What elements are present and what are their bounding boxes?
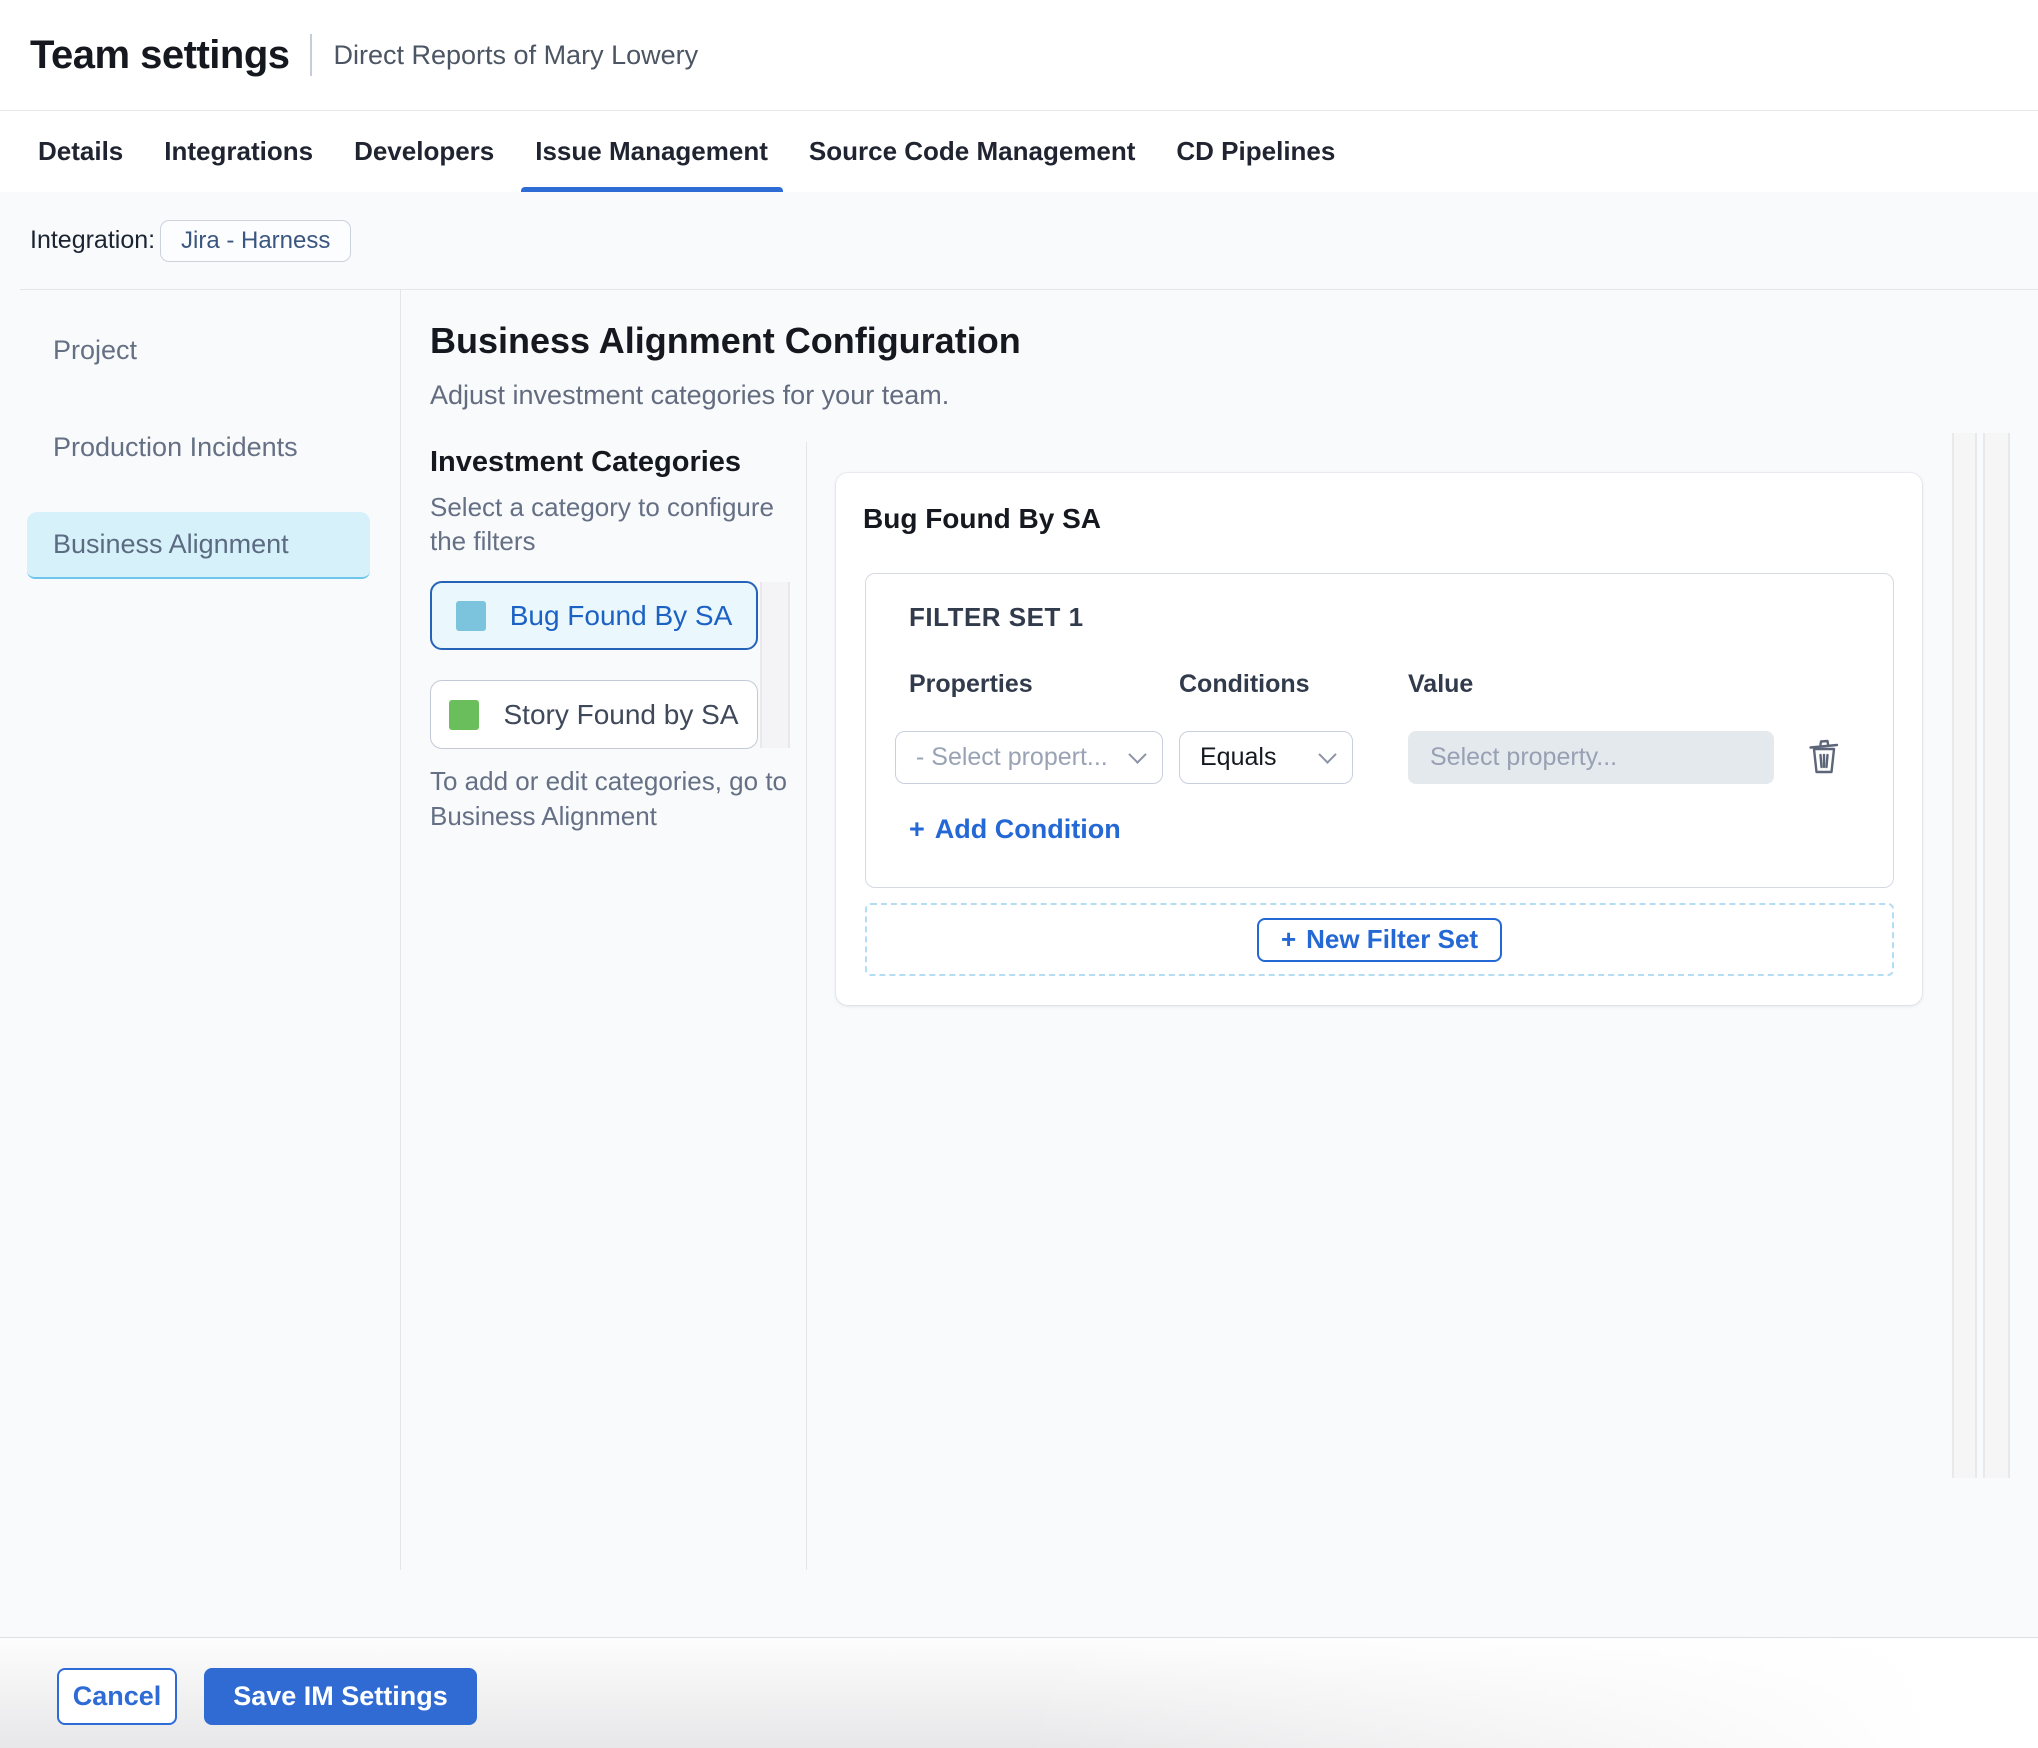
trash-icon [1809, 739, 1839, 774]
chevron-down-icon [1318, 745, 1337, 764]
filter-set-box: FILTER SET 1 Properties Conditions Value… [865, 573, 1894, 888]
sidebar-item-business-alignment[interactable]: Business Alignment [27, 512, 370, 579]
category-button-story-found-by-sa[interactable]: Story Found by SA [430, 680, 758, 749]
new-filter-set-zone: + New Filter Set [865, 903, 1894, 976]
integration-label: Integration: [30, 226, 156, 254]
categories-note: To add or edit categories, go to Busines… [430, 766, 788, 831]
panel-scrollbar-inner[interactable] [1983, 433, 2010, 1478]
team-settings-page: Team settings Direct Reports of Mary Low… [0, 0, 2038, 1748]
save-im-settings-button[interactable]: Save IM Settings [204, 1668, 477, 1725]
category-button-label: Story Found by SA [503, 698, 739, 730]
property-select[interactable]: - Select propert... [895, 731, 1163, 784]
content-area: Integration: Jira - Harness Project Prod… [0, 192, 2038, 1637]
sidebar-divider [400, 289, 401, 1570]
conditions-column-label: Conditions [1179, 670, 1310, 698]
delete-condition-button[interactable] [1802, 734, 1846, 780]
value-input[interactable] [1408, 731, 1774, 784]
add-condition-label: Add Condition [934, 814, 1121, 844]
title-divider [309, 34, 312, 76]
config-card-title: Bug Found By SA [863, 503, 1101, 534]
new-filter-set-button[interactable]: + New Filter Set [1256, 917, 1503, 962]
condition-select-value: Equals [1200, 743, 1277, 771]
sidebar-item-production-incidents[interactable]: Production Incidents [53, 432, 298, 463]
tab-details[interactable]: Details [38, 111, 123, 193]
plus-icon: + [909, 814, 925, 844]
integration-row: Integration: Jira - Harness [0, 192, 2038, 289]
section-subtitle: Adjust investment categories for your te… [430, 380, 950, 410]
tab-cd-pipelines[interactable]: CD Pipelines [1176, 111, 1335, 193]
panel-scrollbar-outer[interactable] [1952, 433, 1977, 1478]
categories-scrollbar[interactable] [760, 582, 790, 748]
value-column-label: Value [1408, 670, 1474, 698]
cancel-button[interactable]: Cancel [57, 1668, 177, 1725]
property-select-placeholder: - Select propert... [916, 743, 1108, 771]
tab-source-code-management[interactable]: Source Code Management [809, 111, 1136, 193]
new-filter-set-label: New Filter Set [1306, 924, 1479, 954]
condition-select[interactable]: Equals [1179, 731, 1353, 784]
section-title: Business Alignment Configuration [430, 320, 1021, 361]
sidebar-item-project[interactable]: Project [53, 335, 137, 366]
categories-divider [806, 442, 807, 1570]
integration-divider [20, 289, 2038, 290]
category-button-label: Bug Found By SA [509, 599, 733, 631]
category-button-bug-found-by-sa[interactable]: Bug Found By SA [430, 581, 758, 650]
investment-categories-heading: Investment Categories [430, 446, 742, 478]
page-subtitle: Direct Reports of Mary Lowery [333, 39, 699, 70]
page-header: Team settings Direct Reports of Mary Low… [0, 0, 2038, 110]
tab-issue-management[interactable]: Issue Management [521, 111, 783, 193]
category-config-card: Bug Found By SA FILTER SET 1 Properties … [836, 473, 1922, 1005]
integration-chip[interactable]: Jira - Harness [160, 220, 352, 262]
plus-icon: + [1280, 924, 1297, 954]
filter-set-heading: FILTER SET 1 [909, 602, 1084, 632]
tab-bar: Details Integrations Developers Issue Ma… [0, 110, 2038, 193]
investment-categories-description: Select a category to configure the filte… [430, 492, 774, 556]
tab-integrations[interactable]: Integrations [164, 111, 313, 193]
chevron-down-icon [1128, 745, 1147, 764]
story-category-swatch [449, 699, 480, 730]
properties-column-label: Properties [909, 670, 1033, 698]
footer-action-bar: Cancel Save IM Settings [0, 1637, 2038, 1748]
page-title: Team settings [30, 32, 290, 77]
tab-developers[interactable]: Developers [354, 111, 494, 193]
bug-category-swatch [455, 600, 486, 631]
add-condition-button[interactable]: + Add Condition [909, 814, 1121, 845]
